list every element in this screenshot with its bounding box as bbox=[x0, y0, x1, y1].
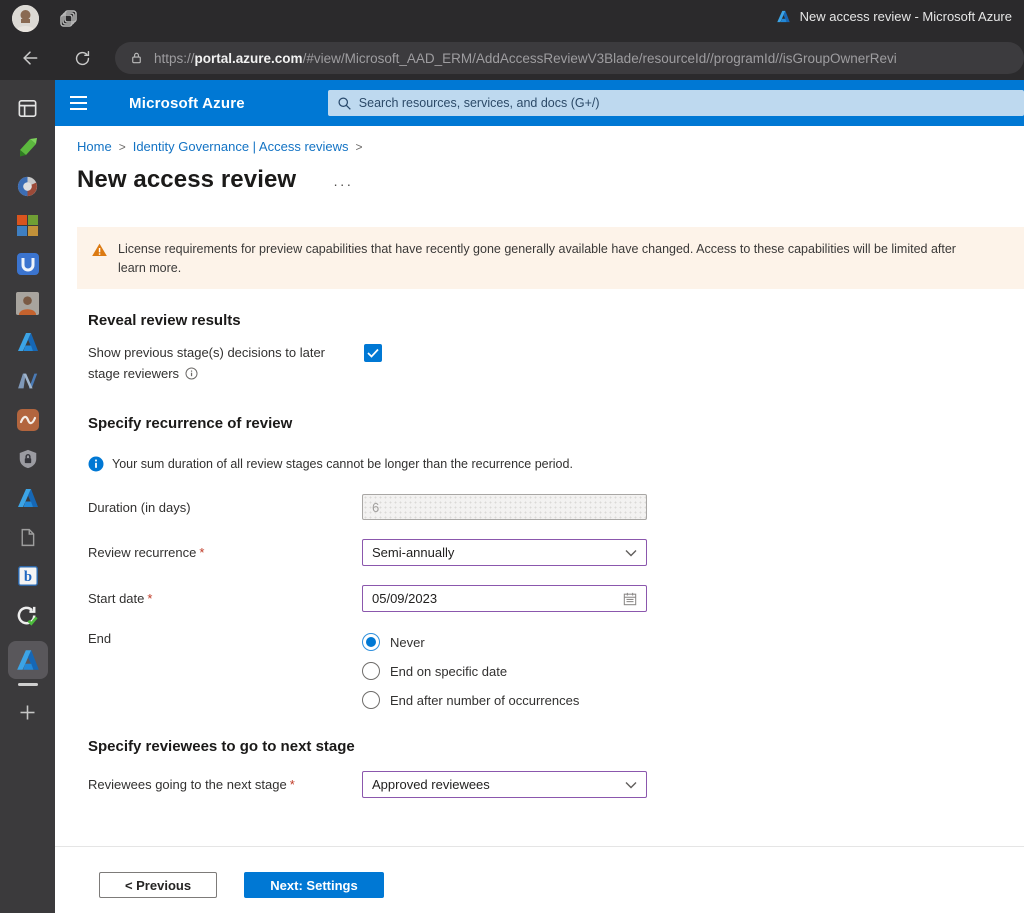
azure-icon[interactable] bbox=[15, 485, 41, 511]
browser-tab-title: New access review - Microsoft Azure bbox=[800, 9, 1012, 24]
url-bar[interactable]: https://portal.azure.com/#view/Microsoft… bbox=[115, 42, 1024, 74]
b-app-icon[interactable]: b bbox=[15, 563, 41, 589]
url-text: https://portal.azure.com/#view/Microsoft… bbox=[154, 51, 897, 66]
blade-content: Home>Identity Governance | Access review… bbox=[55, 126, 1024, 913]
review-recurrence-dropdown[interactable]: Semi-annually bbox=[362, 539, 647, 566]
new-tab-plus-icon[interactable] bbox=[15, 699, 41, 725]
chevron-down-icon bbox=[625, 549, 637, 557]
back-arrow-icon bbox=[20, 48, 40, 68]
duration-label: Duration (in days) bbox=[88, 500, 362, 515]
show-previous-decisions-label: Show previous stage(s) decisions to late… bbox=[88, 342, 364, 387]
person-photo-icon[interactable] bbox=[15, 290, 41, 316]
wave-app-icon[interactable] bbox=[15, 407, 41, 433]
back-button[interactable] bbox=[16, 44, 44, 72]
browser-chrome: New access review - Microsoft Azure http… bbox=[0, 0, 1024, 80]
recurrence-heading: Specify recurrence of review bbox=[88, 415, 1024, 432]
lock-icon bbox=[129, 50, 144, 66]
chevron-down-icon bbox=[625, 781, 637, 789]
breadcrumb: Home>Identity Governance | Access review… bbox=[77, 139, 1024, 154]
calendar-icon bbox=[623, 592, 637, 606]
previous-button[interactable]: < Previous bbox=[99, 872, 217, 898]
start-date-input[interactable]: 05/09/2023 bbox=[362, 585, 647, 612]
global-search-box[interactable] bbox=[328, 90, 1024, 116]
browser-profile-avatar[interactable] bbox=[12, 5, 39, 32]
hamburger-menu-button[interactable] bbox=[55, 80, 101, 126]
vertical-tabs-sidebar: b bbox=[0, 80, 55, 913]
globe-icon[interactable] bbox=[15, 173, 41, 199]
search-input[interactable] bbox=[359, 96, 1024, 110]
workspaces-icon[interactable] bbox=[58, 8, 80, 30]
warning-text: License requirements for preview capabil… bbox=[118, 242, 956, 256]
next-settings-button[interactable]: Next: Settings bbox=[244, 872, 384, 898]
n-swoosh-icon[interactable] bbox=[15, 368, 41, 394]
page-title: New access review bbox=[77, 166, 296, 194]
reviewees-next-stage-label: Reviewees going to the next stage* bbox=[88, 777, 362, 792]
breadcrumb-home-link[interactable]: Home bbox=[77, 139, 112, 154]
show-previous-decisions-checkbox[interactable] bbox=[364, 344, 382, 362]
svg-text:b: b bbox=[23, 569, 31, 585]
reviewees-next-stage-dropdown[interactable]: Approved reviewees bbox=[362, 771, 647, 798]
sync-check-icon[interactable] bbox=[15, 602, 41, 628]
end-label: End bbox=[88, 631, 362, 646]
browser-nav-row: https://portal.azure.com/#view/Microsoft… bbox=[0, 38, 1024, 80]
azure-top-bar: Microsoft Azure bbox=[55, 80, 1024, 126]
info-tooltip-icon[interactable] bbox=[185, 365, 198, 386]
review-recurrence-label: Review recurrence* bbox=[88, 545, 362, 560]
warning-learn-more: learn more. bbox=[118, 261, 181, 275]
breadcrumb-identity-governance-link[interactable]: Identity Governance | Access reviews bbox=[133, 139, 349, 154]
azure-icon[interactable] bbox=[15, 329, 41, 355]
reviewees-heading: Specify reviewees to go to next stage bbox=[88, 738, 1024, 755]
azure-brand-link[interactable]: Microsoft Azure bbox=[129, 95, 245, 112]
azure-favicon bbox=[776, 9, 791, 24]
recurrence-info-text: Your sum duration of all review stages c… bbox=[112, 457, 573, 471]
microsoft-logo-icon[interactable] bbox=[15, 212, 41, 238]
active-tab-underline bbox=[18, 683, 38, 686]
end-after-occurrences-radio[interactable]: End after number of occurrences bbox=[362, 691, 579, 709]
end-never-radio[interactable]: Never bbox=[362, 633, 579, 651]
warning-icon bbox=[91, 242, 108, 258]
green-arrow-icon[interactable] bbox=[15, 134, 41, 160]
shield-lock-icon[interactable] bbox=[15, 446, 41, 472]
check-icon bbox=[367, 348, 379, 358]
more-options-button[interactable]: ··· bbox=[333, 176, 353, 192]
document-icon[interactable] bbox=[15, 524, 41, 550]
refresh-icon bbox=[73, 49, 92, 68]
azure-icon-active[interactable] bbox=[8, 641, 48, 679]
start-date-label: Start date* bbox=[88, 591, 362, 606]
window-icon[interactable] bbox=[15, 95, 41, 121]
info-icon bbox=[88, 456, 104, 472]
refresh-button[interactable] bbox=[68, 44, 96, 72]
warning-banner: License requirements for preview capabil… bbox=[77, 227, 1024, 289]
search-icon bbox=[337, 96, 352, 111]
wizard-footer: < Previous Next: Settings bbox=[55, 846, 1024, 898]
duration-input: 6 bbox=[362, 494, 647, 520]
end-specific-date-radio[interactable]: End on specific date bbox=[362, 662, 579, 680]
reveal-results-heading: Reveal review results bbox=[88, 312, 1024, 329]
u-app-icon[interactable] bbox=[15, 251, 41, 277]
avatar-image bbox=[12, 5, 39, 32]
end-radio-group: Never End on specific date End after num… bbox=[362, 631, 579, 709]
